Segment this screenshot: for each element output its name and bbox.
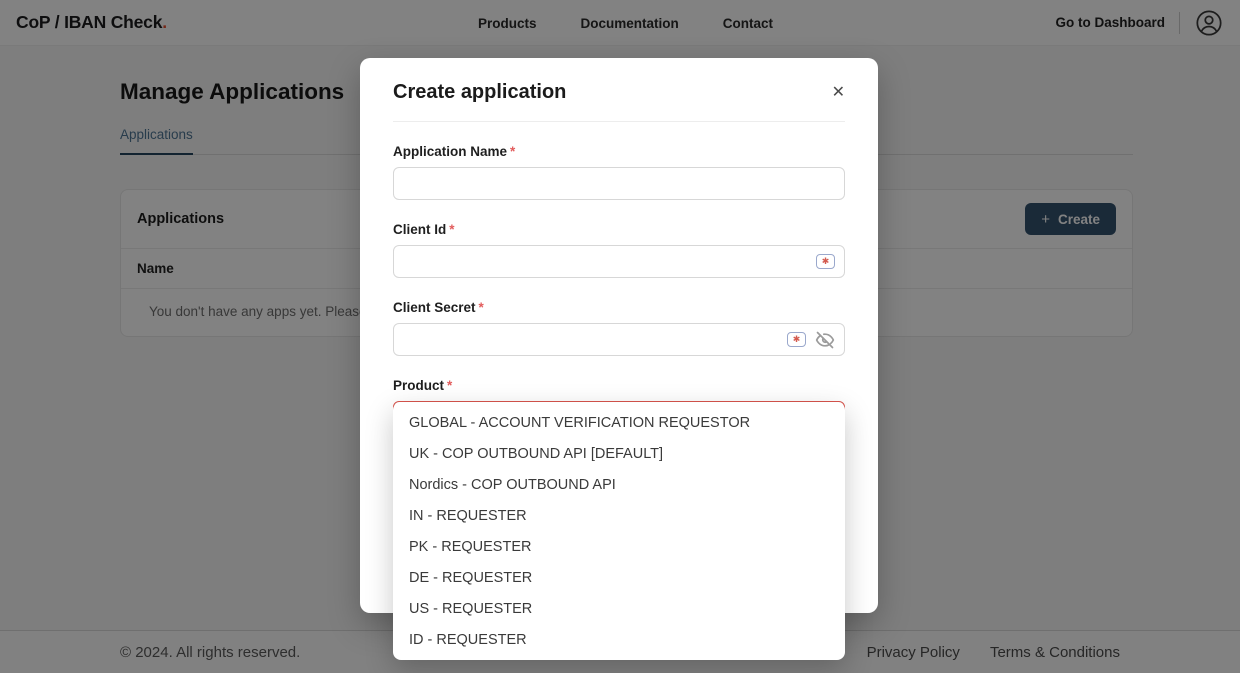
client-id-label: Client Id* xyxy=(393,222,845,237)
dropdown-option[interactable]: US - REQUESTER xyxy=(393,593,845,624)
client-id-label-text: Client Id xyxy=(393,222,446,237)
application-name-label: Application Name* xyxy=(393,144,845,159)
product-label: Product* xyxy=(393,378,845,393)
required-mark: * xyxy=(479,300,484,315)
dropdown-option[interactable]: UK - COP OUTBOUND API [DEFAULT] xyxy=(393,438,845,469)
client-secret-label-text: Client Secret xyxy=(393,300,476,315)
modal-divider xyxy=(393,121,845,122)
client-id-icons: ✱ xyxy=(816,245,835,278)
dropdown-option[interactable]: ID - REQUESTER xyxy=(393,624,845,655)
dropdown-option[interactable]: Nordics - COP OUTBOUND API xyxy=(393,469,845,500)
product-dropdown-menu: GLOBAL - ACCOUNT VERIFICATION REQUESTOR … xyxy=(393,402,845,660)
required-mark: * xyxy=(449,222,454,237)
client-secret-wrap: ✱ xyxy=(393,323,845,356)
autofill-icon[interactable]: ✱ xyxy=(816,254,835,269)
client-id-wrap: ✱ xyxy=(393,245,845,278)
dropdown-option[interactable]: GLOBAL - ACCOUNT VERIFICATION REQUESTOR xyxy=(393,407,845,438)
required-mark: * xyxy=(510,144,515,159)
dropdown-option[interactable]: PK - REQUESTER xyxy=(393,531,845,562)
product-label-text: Product xyxy=(393,378,444,393)
application-name-label-text: Application Name xyxy=(393,144,507,159)
close-icon[interactable]: ✕ xyxy=(832,85,845,101)
client-secret-label: Client Secret* xyxy=(393,300,845,315)
application-name-wrap xyxy=(393,167,845,200)
required-mark: * xyxy=(447,378,452,393)
dropdown-option[interactable]: DE - REQUESTER xyxy=(393,562,845,593)
client-secret-icons: ✱ xyxy=(787,323,835,356)
dropdown-option[interactable]: IN - REQUESTER xyxy=(393,500,845,531)
modal-title: Create application xyxy=(393,81,566,104)
eye-off-icon[interactable] xyxy=(815,330,835,350)
client-id-input[interactable] xyxy=(393,245,845,278)
modal-header: Create application ✕ xyxy=(393,58,845,104)
client-secret-input[interactable] xyxy=(393,323,845,356)
application-name-input[interactable] xyxy=(393,167,845,200)
autofill-icon[interactable]: ✱ xyxy=(787,332,806,347)
